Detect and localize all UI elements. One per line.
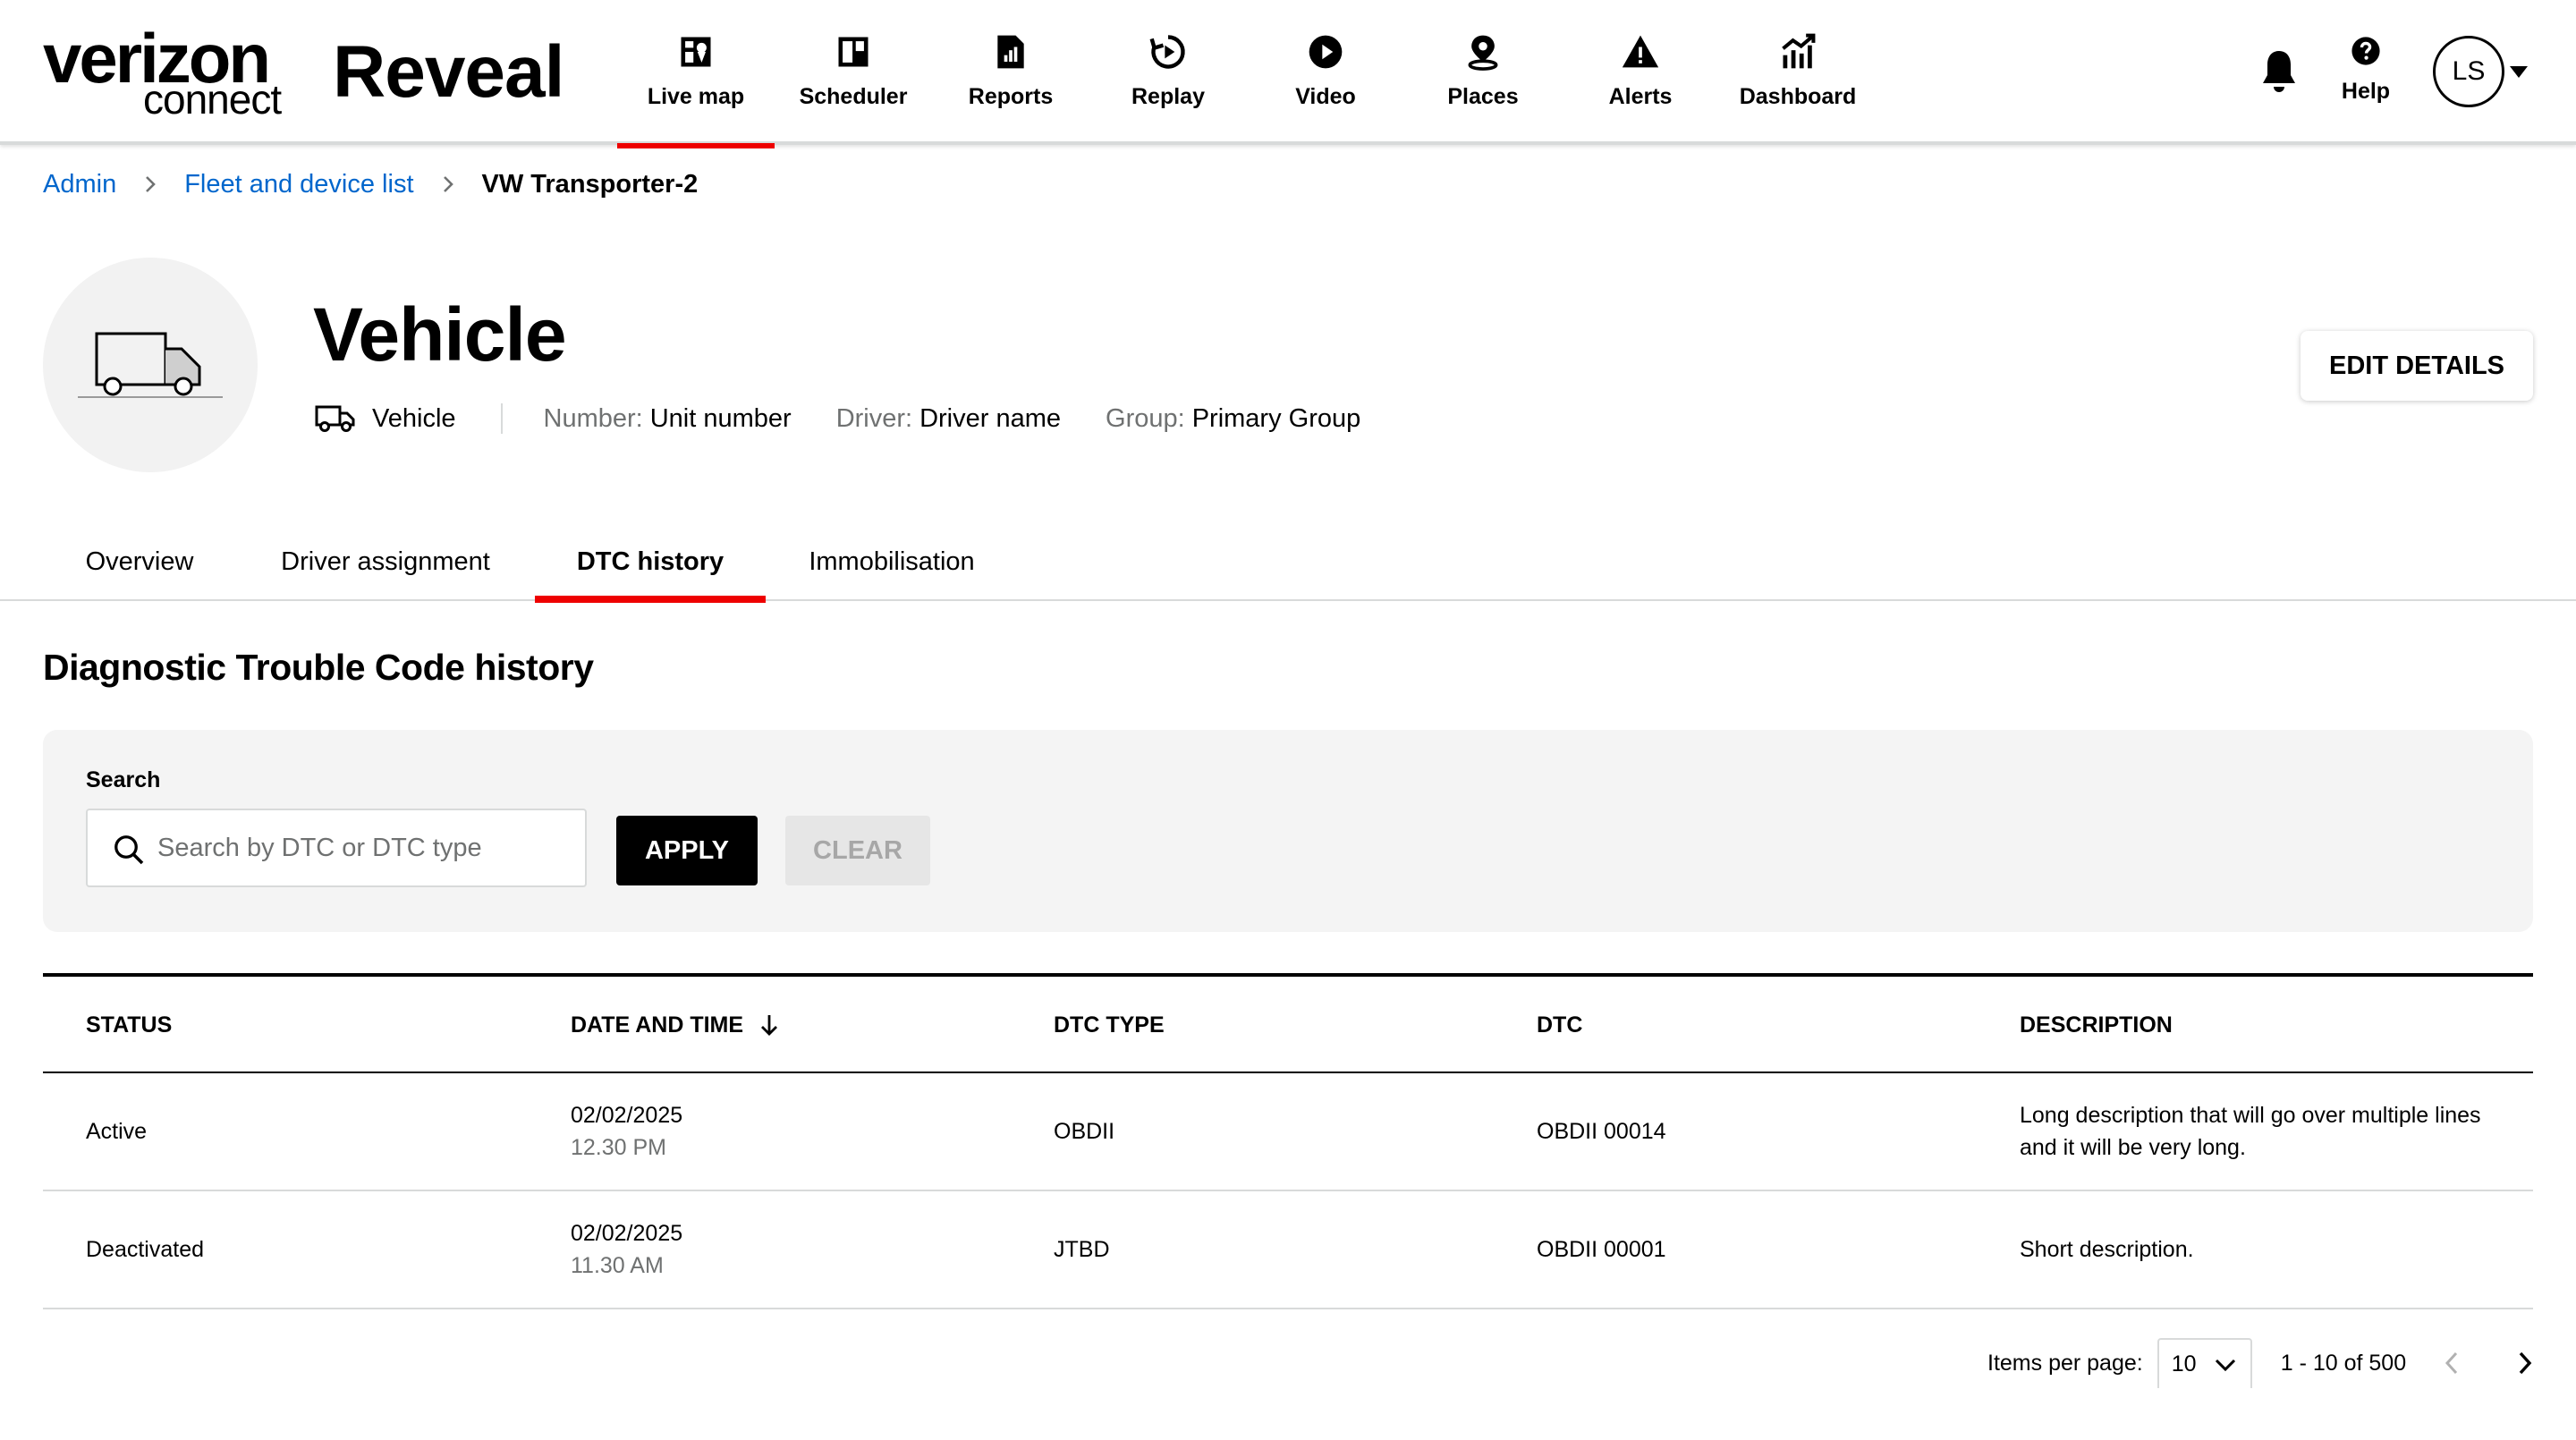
reports-icon <box>997 35 1024 69</box>
nav-scheduler[interactable]: Scheduler <box>775 0 932 145</box>
nav-label: Places <box>1447 84 1519 109</box>
vehicle-driver: Driver: Driver name <box>835 403 1062 433</box>
dtc-cell: OBDII 00014 <box>1537 1119 1666 1144</box>
nav-label: Replay <box>1131 84 1205 109</box>
live-map-icon <box>681 37 711 67</box>
breadcrumb-fleet-link[interactable]: Fleet and device list <box>184 170 413 199</box>
nav-label: Dashboard <box>1739 84 1857 109</box>
column-header-description[interactable]: DESCRIPTION <box>2020 977 2503 1073</box>
pagination: Items per page: 10 1 - 10 of 500 <box>1987 1338 2535 1388</box>
date-time-cell: 02/02/2025 11.30 AM <box>571 1221 683 1278</box>
nav-dashboard[interactable]: Dashboard <box>1719 0 1877 145</box>
vehicle-meta: Vehicle Number: Unit number Driver: Driver… <box>315 401 1405 436</box>
vehicle-type: Vehicle <box>315 403 456 434</box>
verizon-connect-logo[interactable]: verizon connect <box>43 23 284 122</box>
column-header-date-time[interactable]: DATE AND TIME <box>571 977 779 1073</box>
section-title: Diagnostic Trouble Code history <box>43 647 594 688</box>
breadcrumb-admin-link[interactable]: Admin <box>43 170 116 199</box>
dtc-cell: OBDII 00001 <box>1537 1237 1666 1262</box>
chevron-down-icon <box>2215 1359 2235 1372</box>
van-icon <box>78 332 223 398</box>
nav-label: Live map <box>647 84 745 109</box>
items-per-page-label: Items per page: <box>1987 1350 2143 1376</box>
items-per-page-select[interactable]: 10 <box>2157 1338 2252 1388</box>
search-field[interactable] <box>86 809 587 887</box>
table-row[interactable]: Active 02/02/2025 12.30 PM OBDII OBDII 0… <box>43 1073 2533 1191</box>
nav-live-map[interactable]: Live map <box>617 0 775 148</box>
help-question-icon <box>2351 37 2380 65</box>
tab-overview[interactable]: Overview <box>43 522 236 601</box>
description-cell: Short description. <box>2020 1237 2194 1262</box>
search-filter-panel: Search APPLY CLEAR <box>43 730 2533 932</box>
dtc-type-cell: JTBD <box>1054 1237 1110 1262</box>
breadcrumb-current: VW Transporter-2 <box>481 169 699 199</box>
top-navigation-bar: verizon connect Reveal Live map Schedule… <box>0 0 2576 148</box>
vehicle-type-label: Vehicle <box>372 403 456 433</box>
edit-details-button[interactable]: EDIT DETAILS <box>2301 331 2533 401</box>
alerts-icon <box>1622 35 1659 68</box>
search-input[interactable] <box>157 810 578 885</box>
nav-replay[interactable]: Replay <box>1089 0 1247 145</box>
caret-down-icon[interactable] <box>2510 66 2528 79</box>
meta-divider <box>500 403 503 434</box>
product-name: Reveal <box>333 31 564 113</box>
table-row[interactable]: Deactivated 02/02/2025 11.30 AM JTBD OBD… <box>43 1191 2533 1309</box>
previous-page-chevron-icon <box>2445 1351 2458 1375</box>
nav-label: Alerts <box>1608 84 1673 109</box>
column-header-dtc-type[interactable]: DTC TYPE <box>1054 977 1165 1073</box>
column-header-status[interactable]: STATUS <box>86 977 172 1073</box>
dtc-type-cell: OBDII <box>1054 1119 1115 1144</box>
notifications-bell-icon[interactable] <box>2258 48 2301 95</box>
sort-descending-arrow-icon <box>761 1015 778 1036</box>
search-label: Search <box>86 767 161 792</box>
scheduler-icon <box>838 37 869 67</box>
description-cell: Long description that will go over multi… <box>2020 1103 2481 1160</box>
items-per-page-value: 10 <box>2171 1351 2197 1376</box>
date-time-cell: 02/02/2025 12.30 PM <box>571 1103 683 1160</box>
dtc-history-table: STATUS DATE AND TIME DTC TYPE DTC DESCRI… <box>43 973 2533 1309</box>
status-cell: Active <box>86 1119 148 1144</box>
nav-reports[interactable]: Reports <box>932 0 1089 145</box>
tab-immobilisation[interactable]: Immobilisation <box>766 522 1018 601</box>
nav-places[interactable]: Places <box>1404 0 1562 145</box>
tab-driver-assignment[interactable]: Driver assignment <box>236 522 535 601</box>
chevron-right-icon <box>443 176 453 192</box>
chevron-right-icon <box>146 176 157 192</box>
clear-button: CLEAR <box>785 816 930 885</box>
dashboard-icon <box>1782 33 1816 69</box>
breadcrumb: Admin Fleet and device list VW Transport… <box>43 166 698 202</box>
nav-alerts[interactable]: Alerts <box>1562 0 1719 145</box>
nav-video[interactable]: Video <box>1247 0 1404 145</box>
vehicle-group: Group: Primary Group <box>1106 403 1361 433</box>
vehicle-number: Number: Unit number <box>543 403 792 433</box>
tab-dtc-history[interactable]: DTC history <box>535 522 766 603</box>
next-page-chevron-icon[interactable] <box>2513 1350 2535 1376</box>
nav-label: Scheduler <box>799 84 908 109</box>
apply-button[interactable]: APPLY <box>616 816 758 885</box>
table-header: STATUS DATE AND TIME DTC TYPE DTC DESCRI… <box>43 973 2533 1073</box>
column-header-dtc[interactable]: DTC <box>1537 977 1582 1073</box>
user-avatar[interactable]: LS <box>2433 36 2504 107</box>
search-icon <box>114 835 144 865</box>
nav-label: Reports <box>968 84 1054 109</box>
truck-icon <box>315 405 355 432</box>
nav-label: Video <box>1295 84 1356 109</box>
video-icon <box>1309 35 1343 69</box>
help-label: Help <box>2341 79 2391 104</box>
replay-icon <box>1149 35 1185 69</box>
places-icon <box>1468 35 1498 71</box>
logo-connect-text: connect <box>143 76 282 123</box>
main-nav: Live map Scheduler Reports Replay Video … <box>617 0 1877 148</box>
tab-bar: Overview Driver assignment DTC history I… <box>0 522 2576 603</box>
status-cell: Deactivated <box>86 1237 205 1262</box>
page-title: Vehicle <box>313 292 567 377</box>
page-range: 1 - 10 of 500 <box>2280 1350 2407 1376</box>
help-button[interactable]: Help <box>2329 36 2402 107</box>
vehicle-image <box>43 258 258 472</box>
